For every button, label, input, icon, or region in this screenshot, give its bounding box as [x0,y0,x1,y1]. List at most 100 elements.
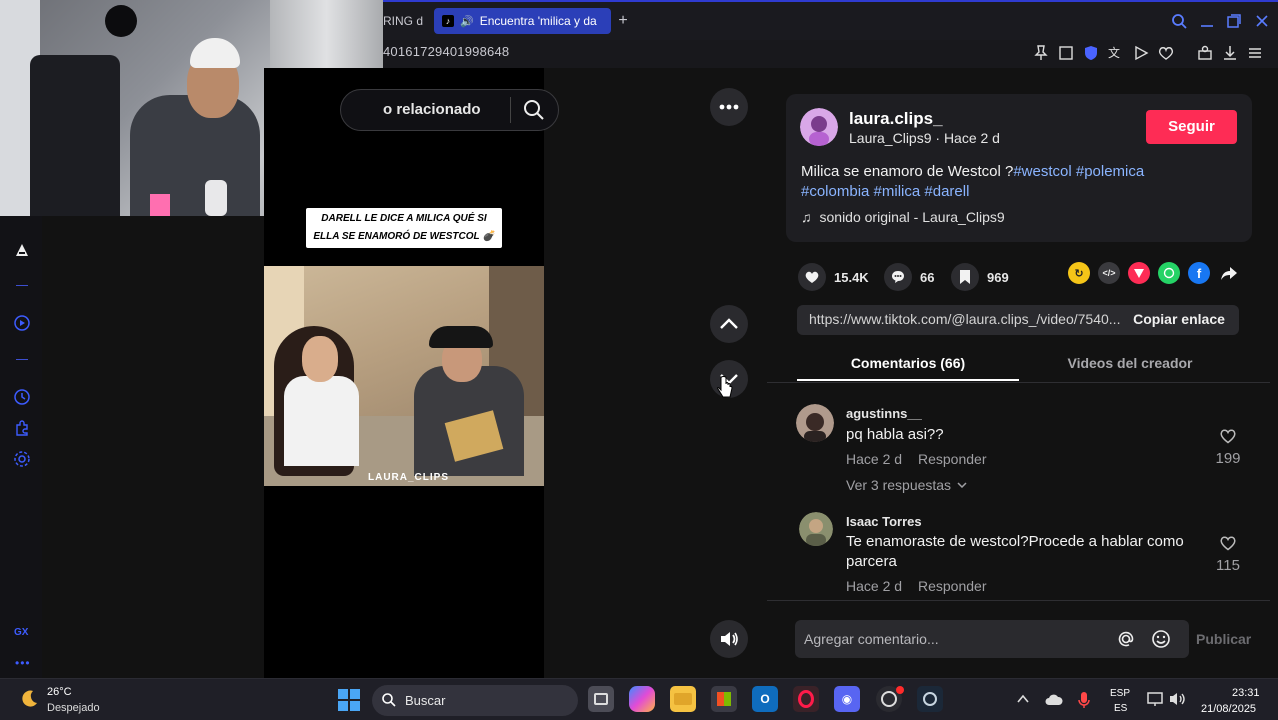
browser-tab-active[interactable]: ♪ 🔊 Encuentra 'milica y da [434,8,611,34]
history-icon[interactable] [13,388,31,406]
close-icon[interactable] [1253,12,1271,30]
share-arrow-icon[interactable] [1220,264,1238,282]
search-divider [510,97,511,123]
volume-icon[interactable] [1169,691,1187,707]
follow-button[interactable]: Seguir [1146,110,1237,144]
cloud-icon[interactable] [1044,691,1064,707]
address-text[interactable]: 40161729401998648 [383,44,509,59]
chevron-up-icon[interactable] [1016,692,1030,706]
steam-icon[interactable] [917,686,943,712]
file-explorer-icon[interactable] [670,686,696,712]
player-icon[interactable] [13,314,31,332]
gx-label[interactable]: GX [14,627,28,638]
reply-button[interactable]: Responder [918,451,987,467]
volume-button[interactable] [710,620,748,658]
copilot-icon[interactable] [629,686,655,712]
friends-share-icon[interactable]: ↻ [1068,262,1090,284]
like-stat[interactable]: 15.4K [798,263,869,291]
download-icon[interactable] [1221,44,1239,62]
facebook-icon[interactable]: f [1188,262,1210,284]
shield-icon[interactable] [1082,44,1100,62]
discord-icon[interactable]: ◉ [834,686,860,712]
author-username[interactable]: laura.clips_ [849,109,943,129]
author-avatar[interactable] [800,108,838,146]
moon-weather-icon[interactable] [18,688,40,710]
video-person-left-face [302,336,338,382]
clock-date[interactable]: 21/08/2025 [1201,703,1256,715]
heart-outline-icon[interactable] [1219,535,1237,551]
commenter-avatar[interactable] [796,404,834,442]
taskbar-search[interactable] [372,685,578,716]
hashtags-line1[interactable]: #westcol #polemica [1013,163,1144,180]
view-replies-label: Ver 3 respuestas [846,477,952,493]
commenter-name[interactable]: Isaac Torres [846,514,922,529]
network-icon[interactable] [1146,691,1164,707]
store-icon[interactable] [711,686,737,712]
search-icon [382,693,396,707]
opera-gx-icon[interactable] [793,686,819,712]
heart-outline-icon[interactable] [1219,428,1237,444]
microphone-icon[interactable] [1077,690,1091,710]
related-search-text[interactable]: o relacionado [383,101,481,118]
comment-stat[interactable]: 66 [884,263,934,291]
browser-tab-partial[interactable]: RING d [383,8,423,34]
more-icon[interactable]: ••• [15,656,31,670]
reply-button[interactable]: Responder [918,578,987,594]
settings-icon[interactable] [13,450,31,468]
mention-icon[interactable] [1116,629,1136,649]
language-primary[interactable]: ESP [1110,688,1130,699]
tab-creator-videos[interactable]: Videos del creador [1019,355,1241,371]
weather-temp[interactable]: 26°C [47,686,72,698]
translate-icon[interactable]: 文 [1107,44,1125,62]
wallet-icon[interactable] [1196,44,1214,62]
video-person-left-shirt [284,376,359,466]
emoji-icon[interactable] [1151,629,1171,649]
clock-time[interactable]: 23:31 [1232,687,1260,699]
view-replies-button[interactable]: Ver 3 respuestas [846,477,967,493]
search-icon[interactable] [523,99,545,121]
weather-desc[interactable]: Despejado [47,702,100,714]
search-icon[interactable] [1170,12,1188,30]
embed-icon[interactable]: </> [1098,262,1120,284]
more-options-button[interactable] [710,88,748,126]
whatsapp-icon[interactable] [1158,262,1180,284]
speaker-icon[interactable]: 🔊 [460,15,474,28]
language-secondary[interactable]: ES [1114,703,1127,714]
aria-icon[interactable] [13,241,31,259]
commenter-name[interactable]: agustinns__ [846,406,922,421]
new-tab-button[interactable]: + [612,8,634,34]
comment-like-count: 115 [1216,557,1240,574]
copy-link-button[interactable]: Copiar enlace [1120,311,1238,327]
play-icon[interactable] [1132,44,1150,62]
windows-start-icon[interactable] [337,688,361,712]
commenter-avatar[interactable] [799,512,833,546]
publish-button[interactable]: Publicar [1196,631,1251,647]
comment-text-line1: Te enamoraste de westcol?Procede a habla… [846,533,1184,550]
video-person-right-cap [429,326,493,348]
task-view-icon[interactable] [588,686,614,712]
comment-placeholder[interactable]: Agregar comentario... [804,631,939,647]
tab-comments[interactable]: Comentarios (66) [797,355,1019,371]
minimize-icon[interactable] [1198,12,1216,30]
recording-badge [896,686,904,694]
send-icon[interactable] [1128,262,1150,284]
comment-time: Hace 2 d [846,451,903,467]
post-sound[interactable]: ♫ sonido original - Laura_Clips9 [801,209,1005,225]
video-frame[interactable] [264,266,544,486]
hashtags-line2[interactable]: #colombia #milica #darell [801,183,969,200]
author-handle-time: Laura_Clips9 · Hace 2 d [849,130,1000,146]
snapshot-icon[interactable] [1057,44,1075,62]
menu-icon[interactable] [1246,44,1264,62]
ellipsis-icon [719,104,739,110]
heart-icon[interactable] [1157,44,1175,62]
pin-icon[interactable] [1032,44,1050,62]
video-caption: DARELL LE DICE A MILICA QUÉ SI ELLA SE E… [306,208,502,248]
save-stat[interactable]: 969 [951,263,1009,291]
chevron-down-icon [957,482,967,488]
video-link-text[interactable]: https://www.tiktok.com/@laura.clips_/vid… [809,311,1121,327]
extensions-icon[interactable] [13,419,31,437]
previous-video-button[interactable] [710,305,748,343]
webcam-chair [30,55,120,216]
maximize-icon[interactable] [1225,12,1243,30]
outlook-icon[interactable]: O [752,686,778,712]
